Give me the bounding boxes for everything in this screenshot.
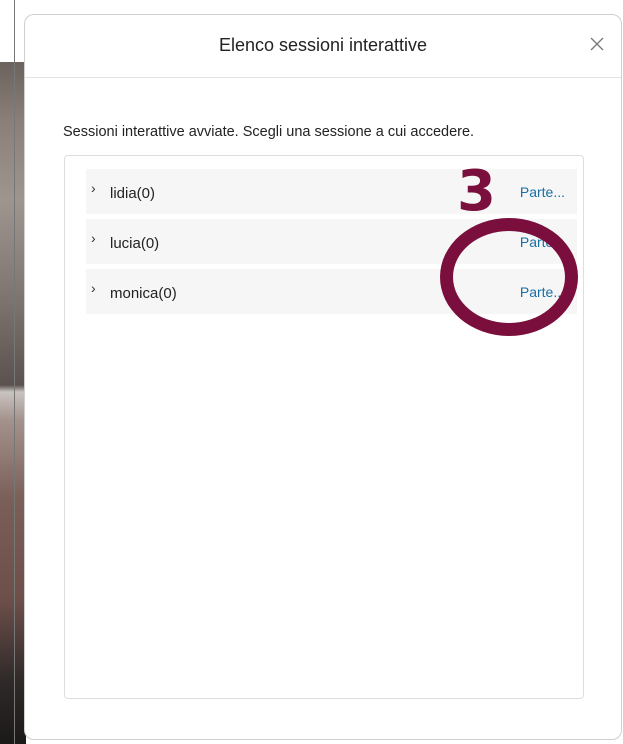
session-list: › lidia(0) Parte... › lucia(0) Parte... … bbox=[64, 155, 584, 699]
session-name: lidia(0) bbox=[110, 185, 156, 202]
join-button[interactable]: Parte... bbox=[520, 284, 565, 300]
instructions-text: Sessioni interattive avviate. Scegli una… bbox=[63, 124, 475, 140]
background-divider bbox=[14, 0, 15, 744]
session-name: monica(0) bbox=[110, 285, 177, 302]
session-list-dialog: Elenco sessioni interattive Sessioni int… bbox=[24, 14, 622, 740]
session-name: lucia(0) bbox=[110, 235, 160, 252]
session-row-monica[interactable]: › monica(0) Parte... bbox=[86, 269, 577, 314]
annotation-step-number: 3 bbox=[457, 159, 496, 224]
session-row-lidia[interactable]: › lidia(0) Parte... bbox=[86, 169, 577, 214]
dialog-title: Elenco sessioni interattive bbox=[218, 35, 428, 55]
session-row-lucia[interactable]: › lucia(0) Parte... bbox=[86, 219, 577, 264]
join-button[interactable]: Parte... bbox=[520, 184, 565, 200]
close-button[interactable] bbox=[587, 35, 607, 55]
chevron-right-icon[interactable]: › bbox=[91, 180, 96, 196]
join-button[interactable]: Parte... bbox=[520, 234, 565, 250]
background-video-strip bbox=[0, 0, 26, 744]
chevron-right-icon[interactable]: › bbox=[91, 230, 96, 246]
close-icon bbox=[590, 37, 604, 51]
chevron-right-icon[interactable]: › bbox=[91, 280, 96, 296]
dialog-header: Elenco sessioni interattive bbox=[25, 15, 621, 78]
